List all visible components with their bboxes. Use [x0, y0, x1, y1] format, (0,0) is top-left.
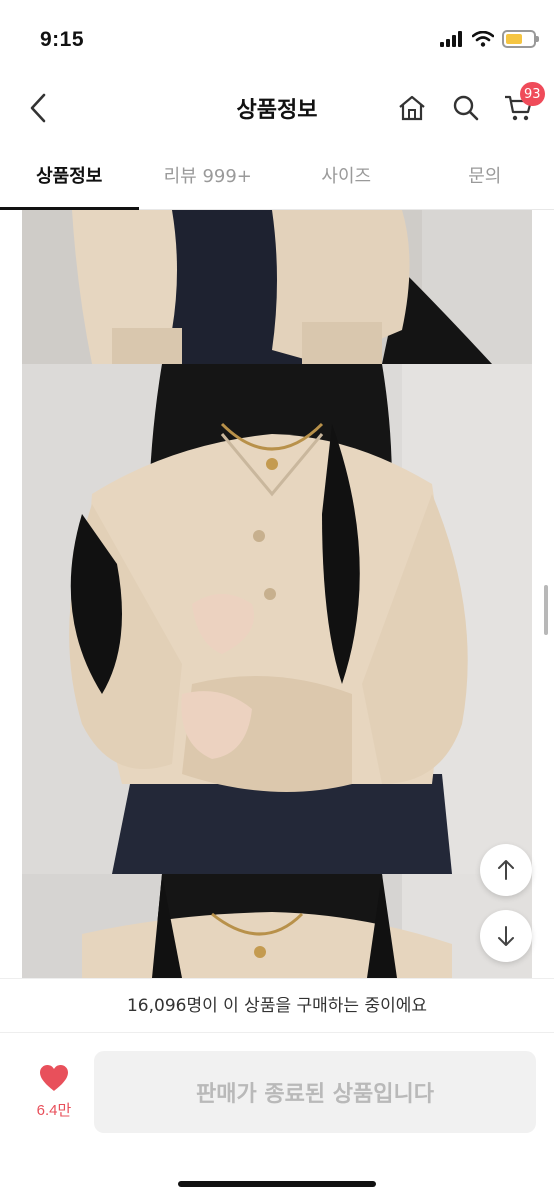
- like-button[interactable]: 6.4만: [22, 1063, 86, 1133]
- home-indicator: [178, 1181, 376, 1187]
- purchase-button[interactable]: 판매가 종료된 상품입니다: [94, 1051, 536, 1133]
- signal-icon: [440, 31, 462, 47]
- scrollbar[interactable]: [544, 585, 548, 635]
- scroll-top-button[interactable]: [480, 844, 532, 896]
- home-icon: [399, 95, 425, 121]
- cart-badge: 93: [520, 82, 545, 106]
- scroll-bottom-button[interactable]: [480, 910, 532, 962]
- buyers-count-banner: 16,096명이 이 상품을 구매하는 중이에요: [0, 978, 554, 1032]
- home-button[interactable]: [392, 88, 432, 128]
- tab-size[interactable]: 사이즈: [277, 148, 416, 209]
- product-photo-3: [22, 874, 532, 978]
- status-time: 9:15: [40, 28, 85, 51]
- product-photo-2: [22, 364, 532, 874]
- arrow-down-icon: [498, 926, 514, 946]
- back-button[interactable]: [18, 88, 58, 128]
- product-photo-1: [22, 210, 532, 364]
- like-count: 6.4만: [36, 1102, 72, 1119]
- product-detail-images: [22, 210, 532, 978]
- status-bar: 9:15: [0, 0, 554, 80]
- battery-level: [506, 34, 522, 44]
- heart-icon: [40, 1065, 68, 1091]
- search-button[interactable]: [446, 88, 486, 128]
- status-icons: [440, 30, 539, 48]
- battery-icon: [502, 30, 539, 48]
- navigation-bar: 상품정보 93: [0, 80, 554, 136]
- tab-product-info[interactable]: 상품정보: [0, 148, 139, 210]
- tab-inquiry[interactable]: 문의: [416, 148, 554, 209]
- tab-bar: 상품정보 리뷰 999+ 사이즈 문의: [0, 148, 554, 210]
- tab-reviews[interactable]: 리뷰 999+: [139, 148, 278, 209]
- chevron-left-icon: [30, 93, 46, 123]
- search-icon: [453, 95, 479, 121]
- bottom-action-bar: 6.4만 판매가 종료된 상품입니다: [0, 1032, 554, 1200]
- arrow-up-icon: [498, 860, 514, 880]
- wifi-icon: [472, 31, 494, 47]
